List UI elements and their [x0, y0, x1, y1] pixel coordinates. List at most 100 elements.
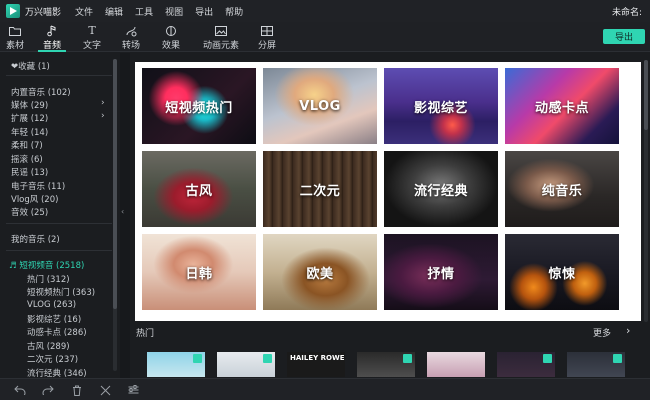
music-thumbnail[interactable] [427, 352, 485, 377]
tab-media[interactable]: 素材 [0, 24, 35, 52]
sidebar-subitem-pop[interactable]: 流行经典 (346) [27, 367, 87, 378]
more-link[interactable]: 更多 [593, 326, 611, 339]
category-tile[interactable]: 欧美 [263, 234, 377, 310]
sidebar-subitem-hot[interactable]: 热门 (312) [27, 273, 70, 285]
media-toolbar: 素材 音频 T 文字 转场 效果 动画元素 分屏 [0, 22, 650, 52]
sidebar-subitem-vlog[interactable]: VLOG (263) [27, 300, 76, 310]
sidebar-item-extension[interactable]: 扩展 (12) [11, 112, 48, 124]
tile-label: 日韩 [185, 266, 213, 282]
split-screen-icon [261, 24, 273, 37]
chevron-right-icon[interactable]: › [626, 324, 630, 337]
category-tile[interactable]: 日韩 [142, 234, 256, 310]
category-tile[interactable]: 动感卡点 [505, 68, 619, 144]
category-tile[interactable]: 惊悚 [505, 234, 619, 310]
sidebar-item-my-music[interactable]: 我的音乐 (2) [11, 233, 60, 245]
tab-elements[interactable]: 动画元素 [199, 24, 243, 52]
sidebar-subitem-ancient[interactable]: 古风 (289) [27, 340, 70, 352]
tile-label: VLOG [299, 98, 341, 114]
tile-label: 流行经典 [413, 183, 468, 199]
tile-label: 动感卡点 [534, 100, 589, 116]
category-tile[interactable]: 影视综艺 [384, 68, 498, 144]
cut-icon[interactable] [98, 383, 112, 397]
tab-audio[interactable]: 音频 [32, 24, 72, 52]
effects-icon [165, 24, 177, 37]
export-button[interactable]: 导出 [603, 29, 645, 44]
category-tile[interactable]: VLOG [263, 68, 377, 144]
tile-label: 影视综艺 [413, 100, 468, 116]
sidebar-item-folk[interactable]: 民谣 (13) [11, 166, 48, 178]
tab-label: 文字 [82, 41, 101, 51]
music-badge-icon [193, 354, 202, 363]
sidebar-item-soft[interactable]: 柔和 (7) [11, 139, 43, 151]
tab-label: 分屏 [257, 41, 276, 51]
title-bar: 万兴喵影 文件 编辑 工具 视图 导出 帮助 未命名: [0, 0, 650, 22]
sidebar-item-builtin[interactable]: 内置音乐 (102) [11, 86, 71, 98]
sidebar-subitem-short-video-hot[interactable]: 短视频热门 (363) [27, 286, 95, 298]
image-icon [215, 24, 227, 37]
tile-label: 二次元 [299, 183, 341, 199]
sidebar-subitem-beat[interactable]: 动感卡点 (286) [27, 326, 87, 338]
music-thumbnail[interactable] [497, 352, 555, 377]
music-thumbnail[interactable] [567, 352, 625, 377]
sidebar-item-short-video[interactable]: ♬ 短视频音 (2518) [9, 259, 84, 271]
menu-edit[interactable]: 编辑 [105, 5, 123, 18]
menu-export[interactable]: 导出 [195, 5, 213, 18]
music-badge-icon [613, 354, 622, 363]
music-badge-icon [263, 354, 272, 363]
sidebar-item-media[interactable]: 媒体 (29) [11, 99, 48, 111]
category-grid: 短视频热门 VLOG 影视综艺 动感卡点 古风 二次元 流行经典 纯音乐 日韩 … [135, 62, 641, 321]
sidebar-item-young[interactable]: 年轻 (14) [11, 126, 48, 138]
sidebar-item-vlog[interactable]: Vlog风 (20) [11, 193, 58, 205]
sidebar-item-favorites[interactable]: ❤收藏 (1) [11, 60, 50, 72]
chevron-left-icon[interactable]: ‹ [121, 207, 124, 216]
tab-label: 动画元素 [202, 41, 239, 51]
menu-file[interactable]: 文件 [75, 5, 93, 18]
undo-icon[interactable] [13, 383, 27, 397]
redo-icon[interactable] [41, 383, 55, 397]
divider [6, 75, 112, 76]
tile-label: 欧美 [306, 266, 334, 282]
music-thumbnail[interactable]: HAILEY ROWE [287, 352, 345, 377]
category-tile[interactable]: 古风 [142, 151, 256, 227]
tab-split-screen[interactable]: 分屏 [247, 24, 287, 52]
chevron-right-icon[interactable]: › [101, 98, 105, 108]
tab-transition[interactable]: 转场 [111, 24, 151, 52]
sidebar-item-electronic[interactable]: 电子音乐 (11) [11, 180, 65, 192]
sidebar-subitem-anime[interactable]: 二次元 (237) [27, 353, 78, 365]
folder-icon [9, 24, 21, 37]
menu-view[interactable]: 视图 [165, 5, 183, 18]
sidebar-item-rock[interactable]: 摇滚 (6) [11, 153, 43, 165]
sidebar-subitem-variety[interactable]: 影视综艺 (16) [27, 313, 81, 325]
music-note-icon [47, 24, 57, 37]
grid-scrollbar-thumb[interactable] [644, 60, 648, 130]
text-icon: T [88, 24, 96, 37]
music-thumbnail[interactable] [147, 352, 205, 377]
category-tile[interactable]: 流行经典 [384, 151, 498, 227]
divider [6, 250, 112, 251]
music-thumbnail[interactable] [217, 352, 275, 377]
category-tile[interactable]: 抒情 [384, 234, 498, 310]
category-tile[interactable]: 二次元 [263, 151, 377, 227]
category-tile[interactable]: 短视频热门 [142, 68, 256, 144]
menu-help[interactable]: 帮助 [225, 5, 243, 18]
transition-icon [125, 24, 137, 37]
sidebar-item-sfx[interactable]: 音效 (25) [11, 206, 48, 218]
adjust-icon[interactable] [126, 383, 140, 397]
tab-effects[interactable]: 效果 [151, 24, 191, 52]
music-thumbnail[interactable] [357, 352, 415, 377]
project-name: 未命名: [611, 8, 642, 18]
tile-label: 古风 [185, 183, 213, 199]
delete-icon[interactable] [70, 383, 84, 397]
category-tile[interactable]: 纯音乐 [505, 151, 619, 227]
tab-label: 音频 [42, 41, 61, 51]
timeline-toolbar [0, 378, 650, 400]
tab-label: 素材 [5, 41, 24, 51]
tile-label: 抒情 [427, 266, 455, 282]
audio-category-sidebar: ❤收藏 (1) 内置音乐 (102) 媒体 (29) › 扩展 (12) › 年… [0, 53, 120, 378]
chevron-right-icon[interactable]: › [101, 111, 105, 121]
menu-tools[interactable]: 工具 [135, 5, 153, 18]
sidebar-scrollbar-thumb[interactable] [113, 59, 117, 309]
tile-label: 纯音乐 [541, 183, 583, 199]
tab-text[interactable]: T 文字 [72, 24, 112, 52]
hot-section-title: 热门 [136, 329, 155, 339]
